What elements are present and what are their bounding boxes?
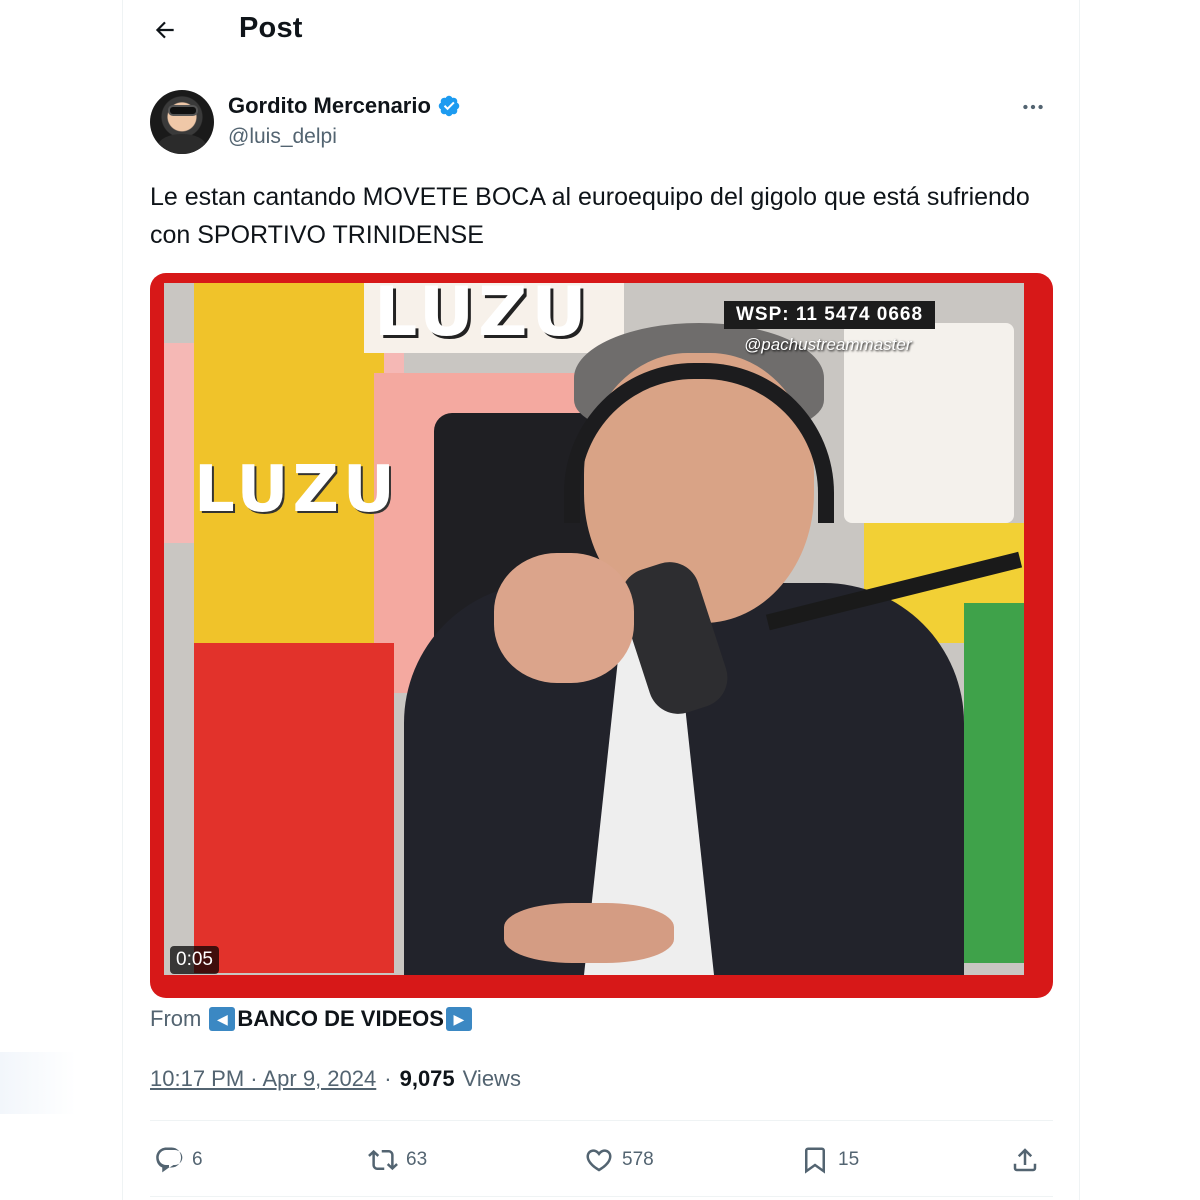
back-button[interactable] (145, 10, 185, 50)
repost-icon (368, 1149, 398, 1171)
share-button[interactable] (1010, 1136, 1040, 1184)
divider-top (150, 1120, 1053, 1121)
logo-luzu-side: LUZU (194, 453, 399, 527)
avatar[interactable] (150, 90, 214, 154)
action-bar: 6 63 578 15 (150, 1136, 1053, 1184)
reply-count: 6 (192, 1149, 203, 1170)
page-title: Post (239, 12, 303, 44)
left-edge-shade (0, 1052, 76, 1114)
right-arrow-emoji-icon: ▶ (445, 1007, 472, 1031)
repost-count: 63 (406, 1149, 428, 1170)
more-horizontal-icon (1023, 104, 1043, 110)
divider-bottom (150, 1196, 1053, 1197)
like-count: 578 (622, 1149, 654, 1170)
reply-button[interactable]: 6 (154, 1136, 203, 1184)
heart-icon (586, 1149, 612, 1172)
repost-button[interactable]: 63 (368, 1136, 427, 1184)
post-column: Post Gordito Mercenario @luis_delpi Le e… (122, 0, 1080, 1200)
post-text: Le estan cantando MOVETE BOCA al euroequ… (150, 183, 1030, 249)
attribution-source-link[interactable]: ◀ BANCO DE VIDEOS ▶ (209, 1006, 472, 1032)
post-meta: 10:17 PM · Apr 9, 2024 · 9,075 Views (150, 1066, 521, 1092)
post-timestamp[interactable]: 10:17 PM · Apr 9, 2024 (150, 1066, 376, 1092)
page-header: Post (123, 0, 1079, 58)
more-options-button[interactable] (1013, 92, 1053, 122)
share-icon (1013, 1148, 1037, 1172)
bookmark-icon (805, 1147, 825, 1174)
bookmark-count: 15 (838, 1149, 860, 1170)
attribution-from-label: From (150, 1006, 202, 1031)
meta-separator: · (384, 1066, 392, 1091)
bookmark-button[interactable]: 15 (800, 1136, 859, 1184)
views-count: 9,075 (399, 1066, 455, 1091)
video-attribution: From ◀ BANCO DE VIDEOS ▶ (150, 1006, 472, 1032)
author-handle[interactable]: @luis_delpi (228, 125, 337, 149)
views-label: Views (462, 1066, 521, 1091)
attribution-source-name: BANCO DE VIDEOS (237, 1006, 444, 1031)
left-arrow-emoji-icon: ◀ (209, 1007, 236, 1031)
author-name: Gordito Mercenario (228, 93, 431, 118)
arrow-left-icon (155, 21, 174, 39)
overlay-phone: WSP: 11 5474 0668 (724, 301, 936, 329)
overlay-handle: @pachustreammaster (744, 335, 912, 354)
video-duration-badge: 0:05 (170, 946, 219, 974)
like-button[interactable]: 578 (584, 1136, 654, 1184)
reply-icon (156, 1147, 183, 1173)
verified-badge-icon (438, 95, 460, 117)
video-frame: LUZU LUZU WSP: 11 5474 0668 @pachustream… (164, 283, 1024, 975)
video-player[interactable]: LUZU LUZU WSP: 11 5474 0668 @pachustream… (150, 273, 1053, 998)
logo-luzu-top: LUZU (374, 283, 591, 352)
author-name-link[interactable]: Gordito Mercenario (228, 93, 461, 119)
